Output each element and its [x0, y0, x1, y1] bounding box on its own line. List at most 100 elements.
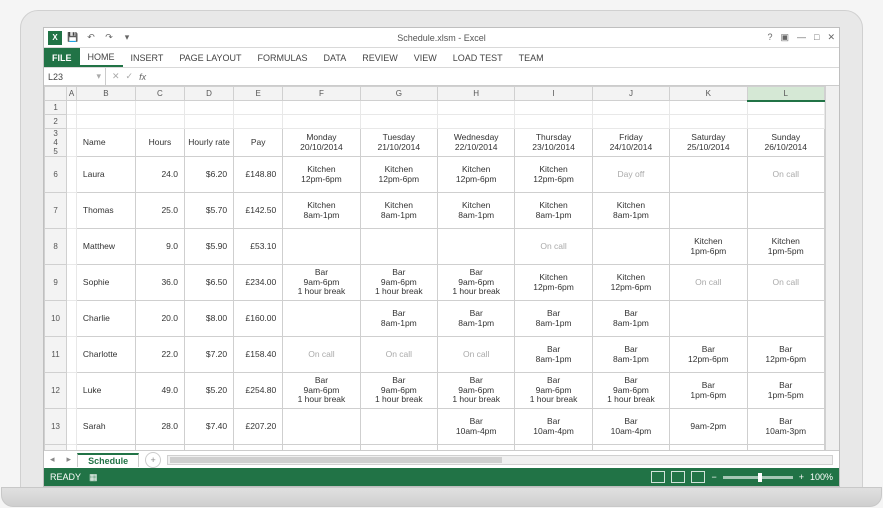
schedule-cell[interactable]: Bar8am-1pm	[438, 301, 515, 337]
cell[interactable]	[67, 129, 77, 157]
schedule-cell[interactable]: Kitchen12pm-6pm	[515, 157, 592, 193]
pay-cell[interactable]: £160.00	[234, 301, 283, 337]
rate-cell[interactable]: $5.20	[185, 373, 234, 409]
schedule-cell[interactable]: Kitchen12pm-6pm	[592, 265, 669, 301]
schedule-cell[interactable]: Bar9am-6pm1 hour break	[283, 373, 360, 409]
schedule-cell[interactable]: On call	[747, 265, 825, 301]
schedule-cell[interactable]: Bar9am-6pm1 hour break	[438, 265, 515, 301]
schedule-cell[interactable]: Kitchen8am-1pm	[515, 193, 592, 229]
tab-load-test[interactable]: LOAD TEST	[445, 48, 511, 67]
hours-cell[interactable]: 22.0	[135, 337, 184, 373]
schedule-cell[interactable]: On call	[670, 265, 747, 301]
header-rate[interactable]: Hourly rate	[185, 129, 234, 157]
header-day[interactable]: Wednesday22/10/2014	[438, 129, 515, 157]
employee-name[interactable]: Thomas	[76, 193, 135, 229]
row-header[interactable]: 7	[45, 193, 67, 229]
schedule-cell[interactable]: Bar10am-4pm	[515, 409, 592, 445]
zoom-out-icon[interactable]: −	[711, 472, 716, 482]
col-header[interactable]: B	[76, 87, 135, 101]
schedule-cell[interactable]	[283, 229, 360, 265]
header-day[interactable]: Saturday25/10/2014	[670, 129, 747, 157]
schedule-cell[interactable]: Bar9am-6pm1 hour break	[360, 373, 437, 409]
header-day[interactable]: Monday20/10/2014	[283, 129, 360, 157]
cell[interactable]	[76, 101, 135, 115]
horizontal-scrollbar[interactable]	[167, 455, 833, 465]
cell[interactable]	[135, 101, 184, 115]
schedule-cell[interactable]: Kitchen8am-1pm	[592, 193, 669, 229]
schedule-cell[interactable]	[670, 157, 747, 193]
pay-cell[interactable]: £207.20	[234, 409, 283, 445]
cell[interactable]	[747, 115, 825, 129]
schedule-cell[interactable]: Bar8am-1pm	[592, 337, 669, 373]
tab-formulas[interactable]: FORMULAS	[250, 48, 316, 67]
pay-cell[interactable]: £126.00	[234, 445, 283, 451]
tab-data[interactable]: DATA	[316, 48, 355, 67]
schedule-cell[interactable]	[670, 445, 747, 451]
tab-home[interactable]: HOME	[80, 48, 123, 67]
restore-icon[interactable]: □	[814, 32, 819, 43]
header-day[interactable]: Friday24/10/2014	[592, 129, 669, 157]
rate-cell[interactable]: $5.70	[185, 193, 234, 229]
employee-name[interactable]: Charlotte	[76, 337, 135, 373]
schedule-cell[interactable]: Bar10am-4pm	[360, 445, 437, 451]
cell[interactable]	[185, 115, 234, 129]
cell[interactable]	[67, 445, 77, 451]
fx-icon[interactable]: fx	[139, 72, 146, 82]
row-header[interactable]: 10	[45, 301, 67, 337]
schedule-cell[interactable]: On call	[283, 337, 360, 373]
schedule-cell[interactable]: On call	[360, 337, 437, 373]
tab-review[interactable]: REVIEW	[354, 48, 406, 67]
zoom-slider[interactable]	[723, 476, 793, 479]
employee-name[interactable]: Laura	[76, 157, 135, 193]
cell[interactable]	[234, 101, 283, 115]
tab-insert[interactable]: INSERT	[123, 48, 172, 67]
col-header-selected[interactable]: L	[747, 87, 825, 101]
schedule-cell[interactable]	[360, 409, 437, 445]
schedule-cell[interactable]: Kitchen1pm-5pm	[747, 229, 825, 265]
cell[interactable]	[67, 101, 77, 115]
schedule-cell[interactable]: Bar9am-6pm1 hour break	[438, 373, 515, 409]
cell[interactable]	[360, 101, 437, 115]
cell[interactable]	[283, 101, 360, 115]
schedule-cell[interactable]	[283, 409, 360, 445]
cell[interactable]	[670, 101, 747, 115]
row-header[interactable]: 11	[45, 337, 67, 373]
cell[interactable]	[67, 301, 77, 337]
schedule-cell[interactable]: Bar8am-1pm	[515, 301, 592, 337]
schedule-cell[interactable]: 9am-2pm	[670, 409, 747, 445]
cell[interactable]	[283, 115, 360, 129]
cell[interactable]	[515, 115, 592, 129]
schedule-cell[interactable]: Bar1pm-5pm	[747, 373, 825, 409]
rate-cell[interactable]: $6.50	[185, 265, 234, 301]
header-pay[interactable]: Pay	[234, 129, 283, 157]
employee-name[interactable]: Sophie	[76, 265, 135, 301]
schedule-cell[interactable]	[670, 301, 747, 337]
row-header[interactable]: 12	[45, 373, 67, 409]
hours-cell[interactable]: 28.0	[135, 409, 184, 445]
col-header[interactable]: D	[185, 87, 234, 101]
schedule-cell[interactable]: Kitchen8am-1pm	[283, 193, 360, 229]
header-hours[interactable]: Hours	[135, 129, 184, 157]
schedule-cell[interactable]: Bar10am-4pm	[592, 409, 669, 445]
schedule-cell[interactable]: Bar10am-4pm	[438, 409, 515, 445]
tab-page-layout[interactable]: PAGE LAYOUT	[171, 48, 249, 67]
schedule-cell[interactable]: Bar8am-1pm	[360, 301, 437, 337]
row-header[interactable]: 14	[45, 445, 67, 451]
schedule-cell[interactable]: Kitchen8am-1pm	[438, 193, 515, 229]
schedule-cell[interactable]	[747, 193, 825, 229]
confirm-formula-icon[interactable]: ✓	[126, 71, 134, 82]
cell[interactable]	[135, 115, 184, 129]
schedule-cell[interactable]: Bar10am-4pm	[283, 445, 360, 451]
schedule-cell[interactable]: Bar1pm-6pm	[670, 373, 747, 409]
schedule-cell[interactable]: On call	[515, 229, 592, 265]
sheet-tab-schedule[interactable]: Schedule	[77, 453, 139, 467]
cell[interactable]	[67, 409, 77, 445]
cell[interactable]	[185, 101, 234, 115]
schedule-cell[interactable]: Bar9am-6pm1 hour break	[515, 373, 592, 409]
col-header[interactable]: A	[67, 87, 77, 101]
schedule-cell[interactable]: Kitchen12pm-6pm	[360, 157, 437, 193]
row-header[interactable]: 13	[45, 409, 67, 445]
cell[interactable]	[67, 265, 77, 301]
cell[interactable]	[670, 115, 747, 129]
cell[interactable]	[67, 373, 77, 409]
